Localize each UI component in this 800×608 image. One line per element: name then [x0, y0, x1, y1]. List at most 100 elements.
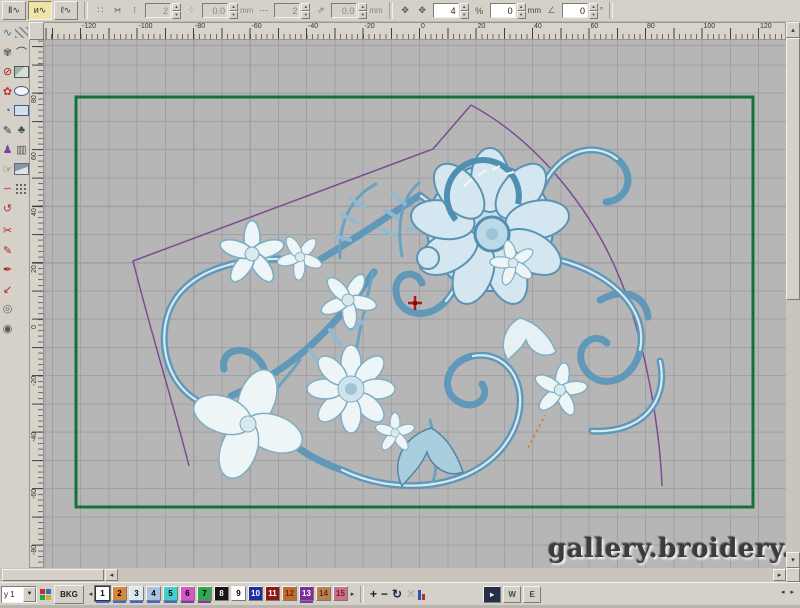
wireframe-button[interactable]: W [503, 585, 522, 603]
pencil-tool-icon[interactable]: ✎ [0, 122, 15, 139]
toolbar-overflow-arrows[interactable]: ◂ ▸ [781, 588, 796, 596]
v-ruler-label: 40 [31, 208, 38, 216]
palette-next-icon[interactable]: ▸ [349, 590, 356, 598]
palette-chip-13[interactable]: 13 [299, 585, 314, 603]
curve-nodes-icon[interactable]: ✾ [0, 44, 15, 61]
rows-icon[interactable]: ⁝ [127, 3, 142, 18]
redraw-button[interactable]: ↻ [392, 587, 402, 601]
hide-object-icon[interactable]: ⊘ [0, 63, 15, 80]
arc-tool-icon[interactable]: ⌒ [14, 44, 29, 61]
stitch-length-field-unit: mm [240, 6, 254, 15]
toolbar-separator [609, 2, 614, 19]
scale-field-input[interactable]: 4 [432, 3, 459, 18]
rotation-field-input[interactable]: 0 [561, 3, 588, 18]
photo-icon[interactable] [14, 161, 29, 178]
scale-field-spinner[interactable]: ▲ ▼ [459, 3, 469, 19]
palette-chip-8[interactable]: 8 [214, 585, 229, 601]
step-icon[interactable]: ⇗ [313, 3, 328, 18]
rotation-field-spinner[interactable]: ▲ ▼ [588, 3, 598, 19]
edit-mode-button[interactable]: E [523, 585, 542, 603]
freehand-shape-icon[interactable]: ∿ [0, 24, 15, 41]
horizontal-ruler: -140-120-100-80-60-40-20020406080100120 [44, 22, 786, 40]
stitch-length-field-input[interactable]: 0.0 [202, 3, 228, 18]
pattern-fill-icon[interactable] [14, 180, 29, 197]
design-canvas[interactable] [44, 40, 786, 568]
palette-chip-4[interactable]: 4 [146, 585, 161, 603]
palette-chip-2[interactable]: 2 [112, 585, 127, 603]
h-ruler-label: 120 [760, 23, 772, 30]
draw-stitch-icon[interactable]: ✎ [0, 242, 15, 259]
ellipsis-icon[interactable]: ⋯ [256, 3, 271, 18]
cut-tool-icon[interactable]: ✂ [0, 222, 15, 239]
palette-chip-6[interactable]: 6 [180, 585, 195, 603]
sequence-view-button[interactable]: ▸ [483, 585, 502, 603]
palette-chip-12[interactable]: 12 [282, 585, 297, 601]
stitch-statistics-button[interactable] [418, 589, 426, 600]
percent-icon[interactable]: % [472, 3, 487, 18]
repeat-count-field-spinner[interactable]: ▲ ▼ [301, 3, 311, 19]
move-horizontal-icon[interactable]: ✥ [398, 3, 413, 18]
scroll-down-button[interactable]: ▾ [786, 552, 800, 568]
combo-dropdown-icon[interactable]: ▼ [23, 586, 36, 602]
palette-chip-11[interactable]: 11 [265, 585, 280, 601]
hatch-fill-icon[interactable] [14, 24, 29, 41]
angle-icon[interactable]: ∠ [544, 3, 559, 18]
density-icon[interactable]: ∷ [93, 3, 108, 18]
spacing-icon[interactable]: ∺ [110, 3, 125, 18]
palette-chip-10[interactable]: 10 [248, 585, 263, 601]
ellipse-tool-icon[interactable] [14, 83, 29, 100]
offset-icon[interactable]: ⁘ [184, 3, 199, 18]
repeat-count-field-input[interactable]: 2 [274, 3, 301, 18]
run-stitch-button[interactable]: ℓ∿ [54, 1, 78, 20]
h-ruler-label: -40 [308, 23, 319, 30]
vertical-ruler: 80 60 40 20 0 -20 -40 -60 -80 [29, 40, 44, 568]
left-toolbar: ∿ ✾ ⌒ ⊘ ✿ ◔ ✎ ♣ ♟ ▥ ☞ ∽ ↺ ✂ ✎ ✒ ↙ ◎ ◉ [0, 22, 30, 580]
image-tool-icon[interactable] [14, 63, 29, 80]
offset-distance-field-spinner[interactable]: ▲ ▼ [516, 3, 526, 19]
move-vertical-icon[interactable]: ✥ [415, 3, 430, 18]
scroll-right-button[interactable]: ▸ [773, 569, 786, 581]
swirl-tool-icon[interactable]: ↺ [0, 200, 15, 217]
pen-node-icon[interactable]: ✒ [0, 261, 15, 278]
palette-chip-15[interactable]: 15 [333, 585, 348, 601]
background-color-button[interactable]: BKG [54, 584, 84, 604]
toolbar-separator [84, 2, 88, 19]
insert-point-icon[interactable]: ↙ [0, 281, 15, 298]
stitch-count-field-spinner[interactable]: ▲ ▼ [172, 3, 181, 19]
palette-chip-3[interactable]: 3 [129, 585, 144, 603]
remove-color-button[interactable]: − [381, 587, 388, 601]
satin-stitch-button[interactable]: Ⅱ∿ [2, 1, 26, 20]
palette-chip-1[interactable]: 1 [94, 584, 111, 603]
disabled-tool-button[interactable]: ✕ [406, 587, 416, 601]
lasso-icon[interactable]: ∽ [0, 180, 15, 197]
pull-comp-field-input[interactable]: 0.0 [331, 3, 358, 18]
horizontal-scrollbar-thumb[interactable] [2, 569, 104, 581]
palette-chip-14[interactable]: 14 [316, 585, 331, 601]
mannequin-icon[interactable]: ♟ [0, 141, 15, 158]
pull-comp-field-spinner[interactable]: ▲ ▼ [358, 3, 368, 19]
columns-icon[interactable]: ▥ [14, 141, 29, 158]
color-manager-icon[interactable] [40, 588, 51, 600]
hand-draw-icon[interactable]: ☞ [0, 161, 15, 178]
palette-prev-icon[interactable]: ◂ [87, 590, 94, 598]
donut-tool-icon[interactable]: ◔ [0, 102, 15, 119]
stitch-length-field-spinner[interactable]: ▲ ▼ [229, 3, 238, 19]
stitch-length-field: 0.0 ▲ ▼ mm [202, 3, 254, 19]
design-selector[interactable]: y 1 ▼ [1, 585, 37, 603]
scroll-left-button[interactable]: ◂ [105, 569, 118, 581]
center-point-icon[interactable]: ◉ [0, 320, 15, 337]
rectangle-tool-icon[interactable] [14, 102, 29, 119]
column-stitch-button[interactable]: ᴎ∿ [28, 1, 52, 20]
tree-clipart-icon[interactable]: ♣ [14, 122, 29, 139]
stitch-count-field-input[interactable]: 2 [145, 3, 171, 18]
palette-chip-9[interactable]: 9 [231, 585, 246, 601]
vertical-scrollbar-thumb[interactable] [786, 38, 800, 300]
offset-distance-field-input[interactable]: 0 [489, 3, 516, 18]
scroll-up-button[interactable]: ▴ [786, 22, 800, 38]
add-color-button[interactable]: + [370, 587, 377, 601]
palette-chip-5[interactable]: 5 [163, 585, 178, 603]
image-tool-icon [14, 65, 29, 78]
palette-chip-7[interactable]: 7 [197, 585, 212, 603]
link-circles-icon[interactable]: ◎ [0, 300, 15, 317]
flower-tool-icon[interactable]: ✿ [0, 83, 15, 100]
